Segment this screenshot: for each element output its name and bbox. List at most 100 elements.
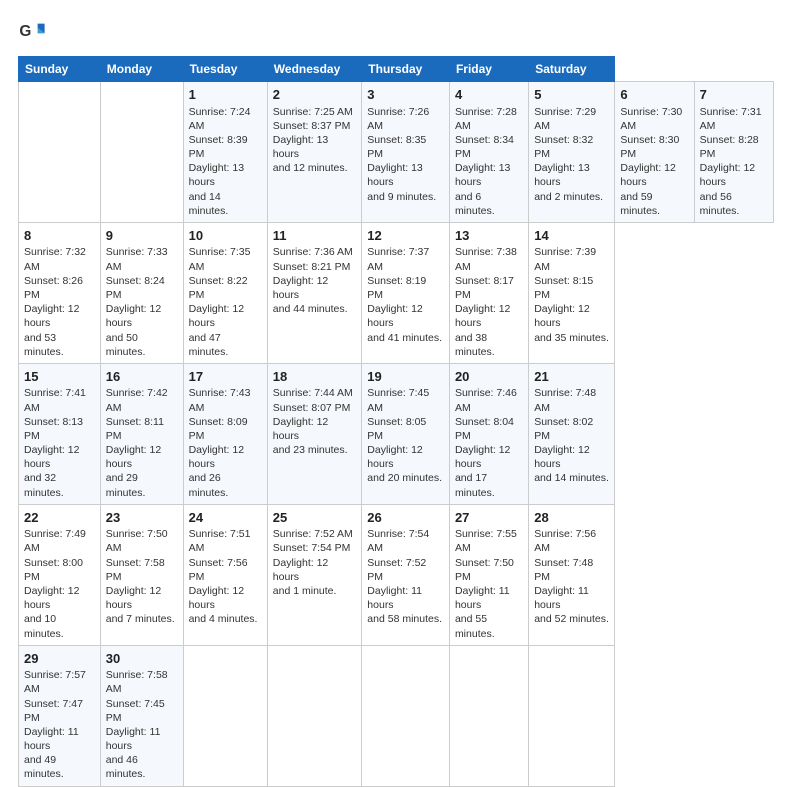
day-detail-line: Sunset: 7:52 PM — [367, 556, 444, 584]
day-detail-line: and 17 minutes. — [455, 471, 523, 499]
day-detail-line: Sunset: 8:30 PM — [620, 133, 688, 161]
day-detail-line: Daylight: 12 hours — [24, 443, 95, 471]
day-number: 11 — [273, 227, 357, 245]
calendar-day-cell: 11Sunrise: 7:36 AMSunset: 8:21 PMDayligh… — [267, 222, 362, 363]
day-detail-line: Sunset: 8:21 PM — [273, 260, 357, 274]
day-detail-line: and 14 minutes. — [189, 190, 262, 218]
svg-text:G: G — [19, 23, 31, 40]
day-number: 29 — [24, 650, 95, 668]
calendar-day-cell: 30Sunrise: 7:58 AMSunset: 7:45 PMDayligh… — [100, 645, 183, 786]
day-detail-line: Daylight: 12 hours — [367, 443, 444, 471]
day-detail-line: Sunrise: 7:29 AM — [534, 105, 609, 133]
day-detail-line: Daylight: 11 hours — [455, 584, 523, 612]
calendar-day-cell: 1Sunrise: 7:24 AMSunset: 8:39 PMDaylight… — [183, 82, 267, 223]
calendar-day-cell: 15Sunrise: 7:41 AMSunset: 8:13 PMDayligh… — [19, 363, 101, 504]
day-detail-line: Sunset: 8:34 PM — [455, 133, 523, 161]
calendar-week-row: 1Sunrise: 7:24 AMSunset: 8:39 PMDaylight… — [19, 82, 774, 223]
day-detail-line: Daylight: 12 hours — [273, 556, 357, 584]
day-detail-line: Sunrise: 7:48 AM — [534, 386, 609, 414]
day-number: 23 — [106, 509, 178, 527]
calendar-day-cell: 18Sunrise: 7:44 AMSunset: 8:07 PMDayligh… — [267, 363, 362, 504]
day-detail-line: and 47 minutes. — [189, 331, 262, 359]
day-detail-line: Daylight: 12 hours — [455, 443, 523, 471]
day-detail-line: and 55 minutes. — [455, 612, 523, 640]
day-detail-line: Sunset: 8:37 PM — [273, 119, 357, 133]
day-detail-line: Daylight: 12 hours — [700, 161, 768, 189]
calendar-day-cell: 7Sunrise: 7:31 AMSunset: 8:28 PMDaylight… — [694, 82, 773, 223]
day-number: 30 — [106, 650, 178, 668]
day-detail-line: and 9 minutes. — [367, 190, 444, 204]
day-number: 19 — [367, 368, 444, 386]
day-detail-line: and 44 minutes. — [273, 302, 357, 316]
day-detail-line: and 32 minutes. — [24, 471, 95, 499]
day-detail-line: Sunset: 8:09 PM — [189, 415, 262, 443]
day-detail-line: Sunset: 8:39 PM — [189, 133, 262, 161]
calendar-day-cell: 19Sunrise: 7:45 AMSunset: 8:05 PMDayligh… — [362, 363, 450, 504]
calendar-day-cell — [362, 645, 450, 786]
day-detail-line: Sunset: 8:13 PM — [24, 415, 95, 443]
weekday-header-cell: Thursday — [362, 57, 450, 82]
day-detail-line: Daylight: 12 hours — [273, 415, 357, 443]
calendar-day-cell: 20Sunrise: 7:46 AMSunset: 8:04 PMDayligh… — [449, 363, 528, 504]
day-detail-line: Daylight: 13 hours — [189, 161, 262, 189]
day-detail-line: Sunrise: 7:46 AM — [455, 386, 523, 414]
calendar-empty-cell — [19, 82, 101, 223]
day-detail-line: Daylight: 12 hours — [189, 302, 262, 330]
day-detail-line: Sunrise: 7:42 AM — [106, 386, 178, 414]
day-detail-line: Daylight: 12 hours — [367, 302, 444, 330]
calendar-day-cell: 21Sunrise: 7:48 AMSunset: 8:02 PMDayligh… — [529, 363, 615, 504]
calendar-day-cell: 12Sunrise: 7:37 AMSunset: 8:19 PMDayligh… — [362, 222, 450, 363]
calendar-week-row: 15Sunrise: 7:41 AMSunset: 8:13 PMDayligh… — [19, 363, 774, 504]
calendar-day-cell — [183, 645, 267, 786]
day-detail-line: Daylight: 12 hours — [534, 302, 609, 330]
day-detail-line: and 49 minutes. — [24, 753, 95, 781]
calendar-day-cell: 8Sunrise: 7:32 AMSunset: 8:26 PMDaylight… — [19, 222, 101, 363]
day-detail-line: and 38 minutes. — [455, 331, 523, 359]
day-number: 4 — [455, 86, 523, 104]
day-detail-line: Sunrise: 7:36 AM — [273, 245, 357, 259]
day-number: 13 — [455, 227, 523, 245]
day-detail-line: Daylight: 11 hours — [106, 725, 178, 753]
day-number: 14 — [534, 227, 609, 245]
day-detail-line: Sunrise: 7:31 AM — [700, 105, 768, 133]
day-detail-line: and 29 minutes. — [106, 471, 178, 499]
calendar-day-cell: 6Sunrise: 7:30 AMSunset: 8:30 PMDaylight… — [615, 82, 694, 223]
calendar-body: 1Sunrise: 7:24 AMSunset: 8:39 PMDaylight… — [19, 82, 774, 787]
calendar-day-cell: 26Sunrise: 7:54 AMSunset: 7:52 PMDayligh… — [362, 504, 450, 645]
day-detail-line: Sunrise: 7:51 AM — [189, 527, 262, 555]
day-detail-line: Daylight: 12 hours — [273, 274, 357, 302]
day-detail-line: Daylight: 11 hours — [24, 725, 95, 753]
calendar-day-cell — [267, 645, 362, 786]
day-detail-line: Sunset: 7:48 PM — [534, 556, 609, 584]
calendar-week-row: 8Sunrise: 7:32 AMSunset: 8:26 PMDaylight… — [19, 222, 774, 363]
day-detail-line: Daylight: 12 hours — [455, 302, 523, 330]
day-detail-line: Daylight: 12 hours — [106, 443, 178, 471]
day-number: 3 — [367, 86, 444, 104]
day-detail-line: Sunset: 7:54 PM — [273, 541, 357, 555]
day-number: 5 — [534, 86, 609, 104]
day-number: 6 — [620, 86, 688, 104]
calendar-day-cell — [449, 645, 528, 786]
day-detail-line: and 50 minutes. — [106, 331, 178, 359]
day-detail-line: and 23 minutes. — [273, 443, 357, 457]
day-detail-line: Daylight: 13 hours — [534, 161, 609, 189]
day-number: 27 — [455, 509, 523, 527]
day-number: 8 — [24, 227, 95, 245]
weekday-header-cell: Tuesday — [183, 57, 267, 82]
day-detail-line: Sunrise: 7:50 AM — [106, 527, 178, 555]
day-detail-line: Daylight: 12 hours — [24, 302, 95, 330]
day-detail-line: Sunrise: 7:32 AM — [24, 245, 95, 273]
day-detail-line: Sunrise: 7:43 AM — [189, 386, 262, 414]
day-number: 18 — [273, 368, 357, 386]
day-detail-line: and 26 minutes. — [189, 471, 262, 499]
calendar-day-cell: 10Sunrise: 7:35 AMSunset: 8:22 PMDayligh… — [183, 222, 267, 363]
day-detail-line: Daylight: 13 hours — [455, 161, 523, 189]
day-number: 20 — [455, 368, 523, 386]
calendar-day-cell: 16Sunrise: 7:42 AMSunset: 8:11 PMDayligh… — [100, 363, 183, 504]
day-number: 1 — [189, 86, 262, 104]
day-detail-line: Sunset: 8:24 PM — [106, 274, 178, 302]
day-detail-line: and 53 minutes. — [24, 331, 95, 359]
day-detail-line: and 35 minutes. — [534, 331, 609, 345]
day-detail-line: Daylight: 11 hours — [534, 584, 609, 612]
day-number: 16 — [106, 368, 178, 386]
